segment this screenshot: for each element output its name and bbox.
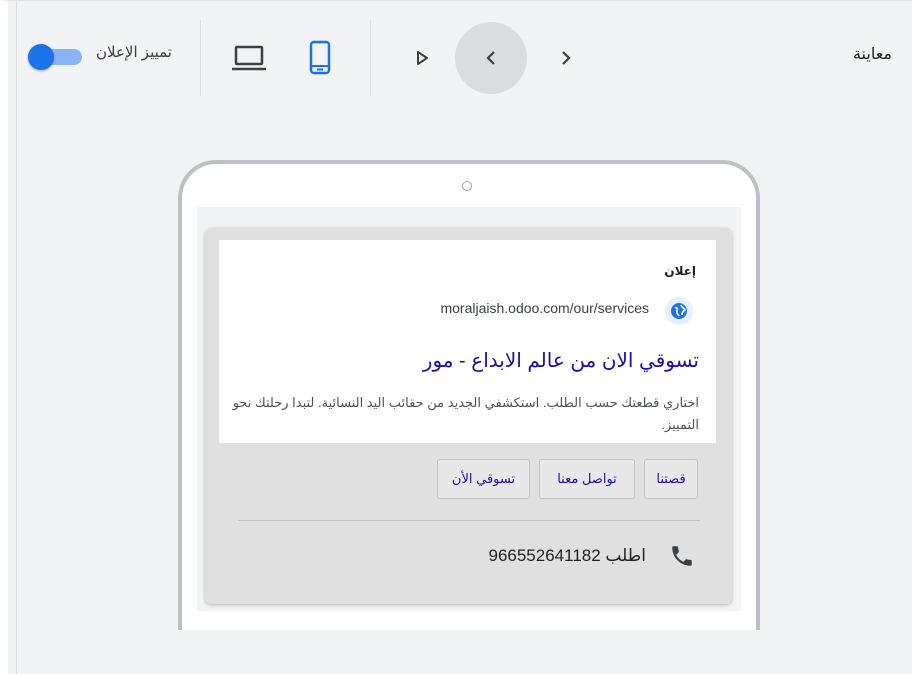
- globe-icon: [665, 297, 693, 325]
- ad-description: اختاري قطعتك حسب الطلب. استكشفي الجديد م…: [232, 395, 699, 432]
- sitelink-contact-us[interactable]: تواصل معنا: [539, 459, 635, 499]
- chevron-left-icon: [486, 51, 495, 65]
- preview-title: معاينة: [852, 46, 892, 63]
- ad-headline[interactable]: تسوقي الان من عالم الابداع - مور: [423, 348, 699, 373]
- mobile-device-button[interactable]: [308, 40, 332, 81]
- call-text: اطلب 966552641182: [488, 546, 646, 565]
- smartphone-icon: [309, 40, 331, 75]
- previous-button[interactable]: [455, 22, 527, 94]
- toolbar-divider: [370, 20, 371, 96]
- ad-divider: [238, 520, 700, 521]
- ad-label: إعلان: [664, 264, 696, 278]
- toggle-knob: [28, 44, 54, 70]
- call-button[interactable]: [669, 543, 695, 574]
- camera-icon: [462, 181, 472, 191]
- next-button[interactable]: [530, 22, 602, 94]
- laptop-icon: [232, 45, 266, 71]
- chevron-right-icon: [562, 51, 571, 65]
- desktop-device-button[interactable]: [231, 44, 267, 77]
- play-button[interactable]: [386, 22, 458, 94]
- ad-display-url: moraljaish.odoo.com/our/services: [440, 300, 649, 316]
- highlight-ad-toggle[interactable]: [28, 44, 82, 70]
- toolbar-divider: [200, 20, 201, 96]
- highlight-ad-label: تمييز الإعلان: [96, 44, 172, 61]
- sitelink-our-story[interactable]: قصتنا: [644, 459, 698, 499]
- phone-icon: [672, 546, 692, 566]
- sitelink-shop-now[interactable]: تسوقي الأن: [437, 459, 530, 499]
- play-icon: [417, 51, 428, 65]
